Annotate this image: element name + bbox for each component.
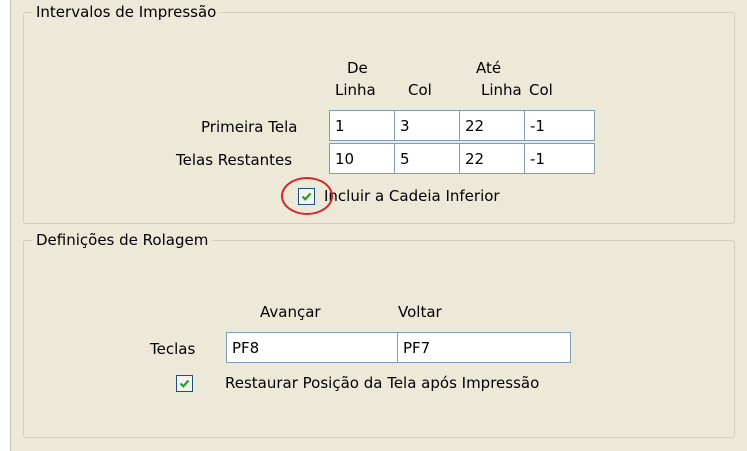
first-screen-from-col-field[interactable]: 3 (394, 110, 460, 141)
first-screen-to-col-field[interactable]: -1 (524, 110, 595, 141)
scroll-settings-legend: Definições de Rolagem (32, 230, 213, 250)
to-header: Até (476, 59, 502, 77)
remaining-screens-label: Telas Restantes (176, 151, 293, 169)
restore-position-label[interactable]: Restaurar Posição da Tela após Impressão (225, 373, 539, 393)
keys-label: Teclas (150, 340, 196, 358)
remaining-screens-from-col-field[interactable]: 5 (394, 143, 460, 174)
from-header: De (347, 59, 368, 77)
col-header-to-col: Col (529, 81, 553, 99)
col-header-from-row: Linha (335, 81, 376, 99)
col-header-from-col: Col (408, 81, 432, 99)
forward-header: Avançar (260, 303, 321, 321)
include-bottom-chain-label[interactable]: Incluir a Cadeia Inferior (324, 186, 500, 206)
red-highlight-circle (281, 177, 333, 215)
check-icon (179, 379, 190, 388)
remaining-screens-to-col-field[interactable]: -1 (524, 143, 595, 174)
col-header-to-row: Linha (481, 81, 522, 99)
remaining-screens-from-row-field[interactable]: 10 (329, 143, 395, 174)
forward-key-field[interactable]: PF8 (226, 332, 398, 363)
remaining-screens-to-row-field[interactable]: 22 (459, 143, 525, 174)
print-options-panel: Intervalos de Impressão De Até Linha Col… (10, 0, 747, 451)
back-key-field[interactable]: PF7 (397, 332, 571, 363)
back-header: Voltar (398, 303, 442, 321)
print-ranges-legend: Intervalos de Impressão (32, 2, 221, 22)
first-screen-to-row-field[interactable]: 22 (459, 110, 525, 141)
first-screen-label: Primeira Tela (201, 118, 298, 136)
restore-position-checkbox[interactable] (176, 375, 193, 392)
first-screen-from-row-field[interactable]: 1 (329, 110, 395, 141)
